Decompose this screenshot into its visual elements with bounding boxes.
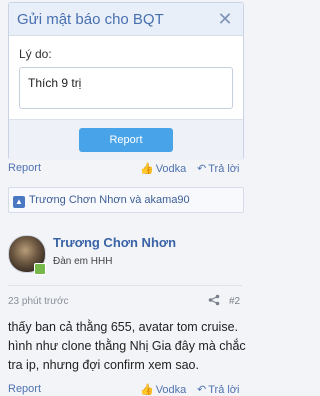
prev-report-link[interactable]: Report xyxy=(8,162,41,174)
post-reply-label: Trả lời xyxy=(208,384,240,396)
reply-icon: ↶ xyxy=(197,163,207,175)
close-icon[interactable]: ✕ xyxy=(215,9,235,29)
report-dialog: Gửi mật báo cho BQT ✕ Lý do: Thích 9 trị… xyxy=(8,2,244,160)
report-submit-button[interactable]: Report xyxy=(79,128,173,152)
post-username[interactable]: Trương Chơn Nhơn xyxy=(53,235,176,250)
post-like-button[interactable]: 👍 Vodka xyxy=(140,383,186,396)
post-report-link[interactable]: Report xyxy=(8,383,41,395)
reason-input[interactable]: Thích 9 trị xyxy=(19,67,233,109)
thumbs-up-icon: 👍 xyxy=(140,163,154,175)
dialog-title: Gửi mật báo cho BQT xyxy=(17,11,164,28)
like-thumb-icon: ▲ xyxy=(13,196,25,208)
post-number[interactable]: #2 xyxy=(229,296,240,307)
prev-like-label: Vodka xyxy=(155,163,187,175)
prev-like-button[interactable]: 👍 Vodka xyxy=(140,162,186,175)
post-message: thấy ban cả thằng 655, avatar tom cruise… xyxy=(8,320,246,372)
post-reply-button[interactable]: ↶ Trả lời xyxy=(197,383,239,396)
post-time: 23 phút trước xyxy=(8,296,69,307)
post-like-label: Vodka xyxy=(155,384,187,396)
prev-reply-label: Trả lời xyxy=(208,163,240,175)
prev-reply-button[interactable]: ↶ Trả lời xyxy=(197,162,239,175)
reply-icon: ↶ xyxy=(197,384,207,396)
post-user-title: Đàn em HHH xyxy=(53,256,113,267)
post-divider xyxy=(8,285,242,286)
reason-label: Lý do: xyxy=(19,47,52,61)
thumbs-up-icon: 👍 xyxy=(140,384,154,396)
likes-text: Trương Chơn Nhơn và akama90 xyxy=(29,194,190,206)
likes-summary[interactable]: ▲ Trương Chơn Nhơn và akama90 xyxy=(8,187,244,213)
online-status-icon xyxy=(34,263,46,275)
share-icon[interactable] xyxy=(208,294,220,309)
